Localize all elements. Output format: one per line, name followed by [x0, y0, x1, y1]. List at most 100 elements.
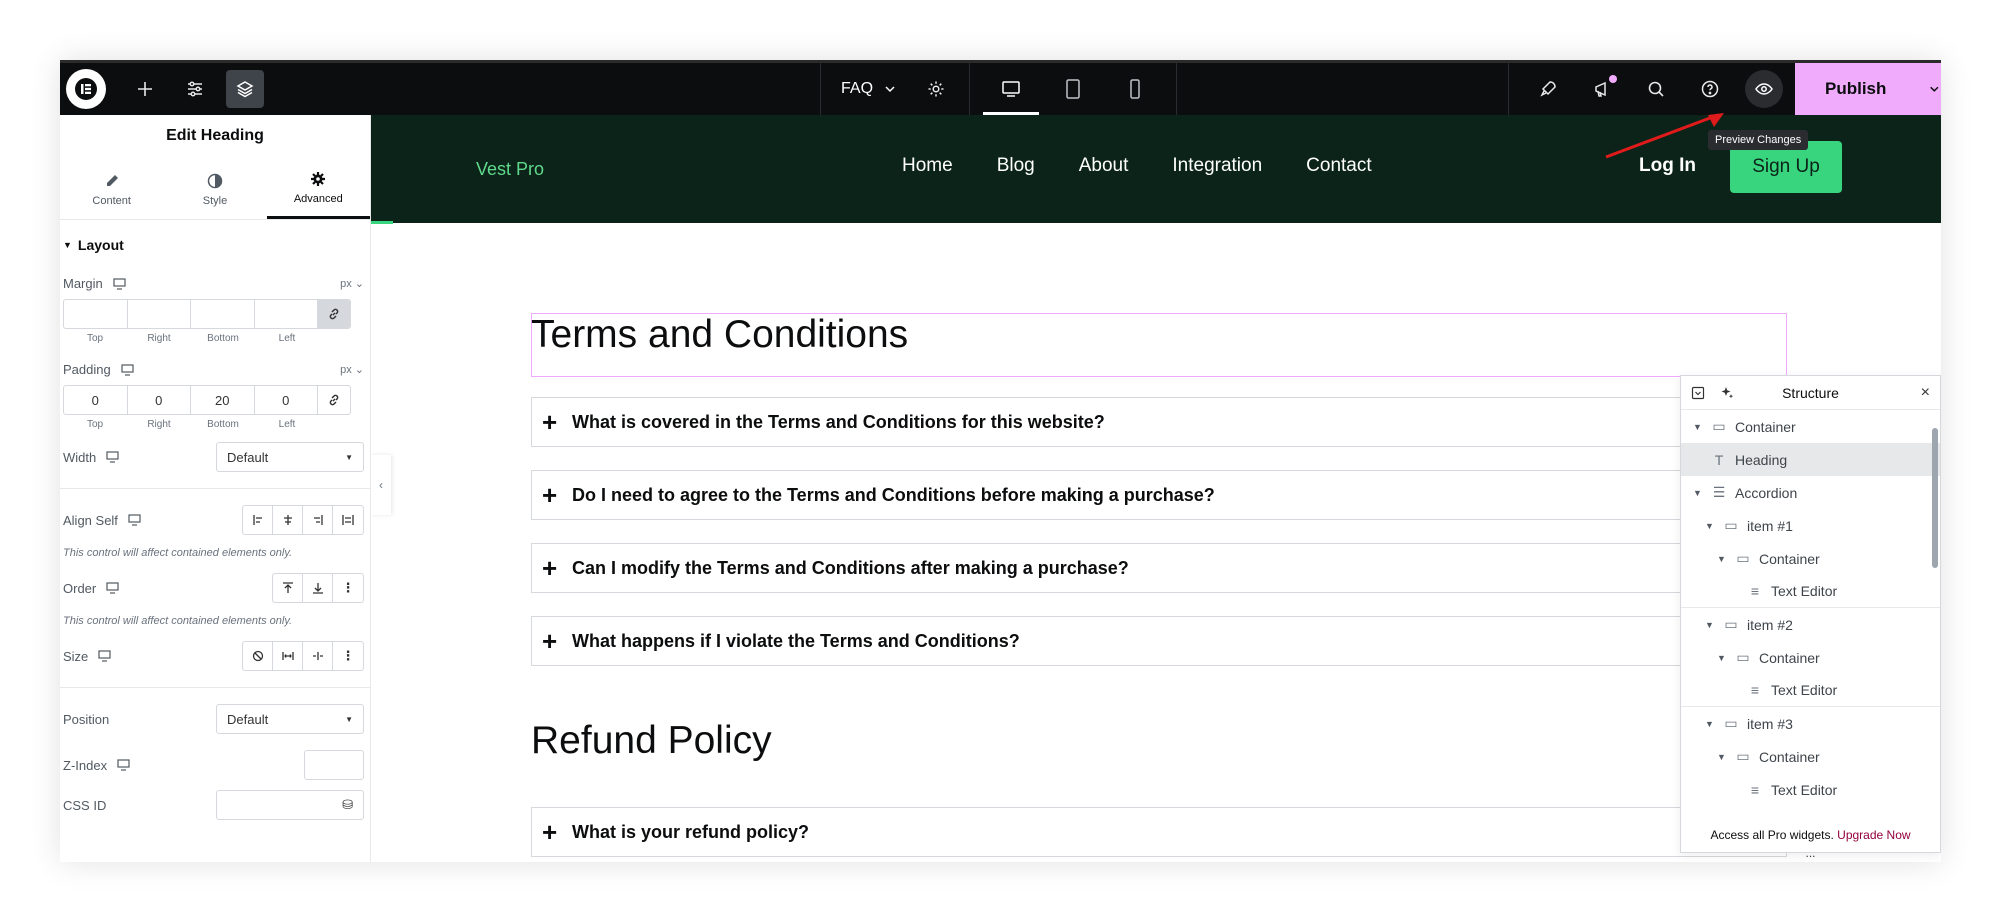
accordion-item[interactable]: + What is covered in the Terms and Condit…	[531, 397, 1787, 447]
structure-item[interactable]: ≡ Text Editor	[1681, 773, 1940, 806]
structure-scrollbar[interactable]	[1932, 428, 1938, 568]
accordion-icon: ☰	[1712, 484, 1726, 500]
add-icon[interactable]	[126, 70, 164, 108]
structure-item[interactable]: ▼ ▭ Container	[1681, 641, 1940, 674]
structure-item[interactable]: ≡ Text Editor	[1681, 575, 1940, 608]
margin-unit[interactable]: px ⌄	[340, 277, 364, 290]
structure-item[interactable]: ▼ ▭ Container	[1681, 542, 1940, 575]
site-brand[interactable]: Vest Pro	[476, 159, 544, 180]
nav-integration[interactable]: Integration	[1172, 155, 1262, 177]
page-selector[interactable]: FAQ	[821, 80, 917, 98]
caret-down-icon[interactable]: ▼	[1705, 521, 1715, 531]
collapse-all-icon[interactable]	[1691, 386, 1705, 400]
accordion-item[interactable]: + Can I modify the Terms and Conditions a…	[531, 543, 1787, 593]
nav-home[interactable]: Home	[902, 155, 953, 177]
cssid-input[interactable]: ⛁	[216, 790, 364, 820]
topbar-center-group: FAQ	[820, 63, 1178, 115]
desktop-icon[interactable]	[117, 759, 130, 771]
size-grow-icon[interactable]	[273, 642, 303, 670]
heading-terms[interactable]: Terms and Conditions	[531, 313, 908, 357]
order-end-icon[interactable]	[303, 574, 333, 602]
align-stretch-icon[interactable]	[333, 506, 363, 534]
more-handle[interactable]: ...	[1681, 846, 1940, 860]
margin-right-input[interactable]	[128, 300, 191, 328]
desktop-icon[interactable]	[121, 363, 134, 376]
nav-contact[interactable]: Contact	[1306, 155, 1371, 177]
margin-bottom-input[interactable]	[191, 300, 255, 328]
upgrade-now-link[interactable]: Upgrade Now	[1837, 828, 1910, 842]
more-icon[interactable]: ⋮	[333, 642, 363, 670]
structure-item[interactable]: ▼ ▭ Container	[1681, 740, 1940, 773]
rocket-icon[interactable]	[1529, 70, 1567, 108]
accordion-item[interactable]: + Do I need to agree to the Terms and Con…	[531, 470, 1787, 520]
heading-refund[interactable]: Refund Policy	[531, 719, 772, 763]
sublabel-right: Right	[147, 419, 171, 430]
structure-item[interactable]: ▼ ▭ Container	[1681, 410, 1940, 443]
caret-down-icon[interactable]: ▼	[1717, 653, 1727, 663]
nav-about[interactable]: About	[1079, 155, 1129, 177]
tab-style-label: Style	[202, 194, 228, 207]
accordion-item[interactable]: + What happens if I violate the Terms and…	[531, 616, 1787, 666]
desktop-icon[interactable]	[98, 650, 111, 662]
desktop-icon[interactable]	[113, 277, 126, 290]
layers-icon[interactable]	[226, 70, 264, 108]
padding-unit[interactable]: px ⌄	[340, 363, 364, 376]
sliders-icon[interactable]	[176, 70, 214, 108]
caret-down-icon[interactable]: ▼	[1705, 620, 1715, 630]
order-start-icon[interactable]	[273, 574, 303, 602]
chevron-down-icon[interactable]	[1928, 82, 1941, 96]
caret-down-icon[interactable]: ▼	[1717, 752, 1727, 762]
padding-top-input[interactable]: 0	[64, 386, 128, 414]
structure-item[interactable]: ▼ ☰ Accordion	[1681, 476, 1940, 509]
align-center-icon[interactable]	[273, 506, 303, 534]
width-select[interactable]: Default ▼	[216, 442, 364, 472]
settings-icon[interactable]	[917, 70, 955, 108]
desktop-icon[interactable]	[106, 451, 119, 463]
align-start-icon[interactable]	[243, 506, 273, 534]
collapse-panel-button[interactable]: ‹	[371, 455, 391, 515]
more-icon[interactable]: ⋮	[333, 574, 363, 602]
structure-item[interactable]: T Heading	[1681, 443, 1940, 476]
padding-bottom-input[interactable]: 20	[191, 386, 255, 414]
tablet-icon[interactable]	[1042, 63, 1104, 115]
margin-left-input[interactable]	[255, 300, 318, 328]
mobile-icon[interactable]	[1104, 63, 1166, 115]
structure-item[interactable]: ▼ ▭ item #2	[1681, 608, 1940, 641]
margin-top-input[interactable]	[64, 300, 128, 328]
tab-advanced[interactable]: Advanced	[266, 160, 370, 219]
eye-icon[interactable]	[1745, 70, 1783, 108]
elementor-logo-icon[interactable]	[66, 69, 106, 109]
tab-content[interactable]: Content	[60, 160, 163, 219]
structure-item[interactable]: ≡ Text Editor	[1681, 674, 1940, 707]
padding-left-input[interactable]: 0	[255, 386, 318, 414]
link-icon[interactable]	[318, 300, 350, 328]
desktop-icon[interactable]	[128, 514, 141, 526]
nav-blog[interactable]: Blog	[997, 155, 1035, 177]
layout-section-toggle[interactable]: ▼ Layout	[63, 224, 367, 266]
align-self-control: Align Self	[63, 505, 367, 535]
tab-content-label: Content	[92, 194, 131, 207]
size-none-icon[interactable]	[243, 642, 273, 670]
link-icon[interactable]	[318, 386, 350, 414]
desktop-icon[interactable]	[106, 582, 119, 594]
position-select[interactable]: Default ▼	[216, 704, 364, 734]
caret-down-icon[interactable]: ▼	[1705, 719, 1715, 729]
structure-item[interactable]: ▼ ▭ item #1	[1681, 509, 1940, 542]
contrast-icon	[207, 173, 223, 188]
ai-sparkle-icon[interactable]	[1719, 385, 1735, 401]
desktop-icon[interactable]	[980, 63, 1042, 115]
caret-down-icon[interactable]: ▼	[1717, 554, 1727, 564]
caret-down-icon[interactable]: ▼	[1693, 422, 1703, 432]
padding-right-input[interactable]: 0	[128, 386, 191, 414]
align-end-icon[interactable]	[303, 506, 333, 534]
size-shrink-icon[interactable]	[303, 642, 333, 670]
database-icon[interactable]: ⛁	[342, 797, 353, 813]
tab-advanced-label: Advanced	[293, 193, 343, 205]
close-icon[interactable]: ×	[1921, 384, 1930, 402]
zindex-input[interactable]	[304, 750, 364, 780]
caret-down-icon[interactable]: ▼	[1693, 488, 1703, 498]
structure-item[interactable]: ▼ ▭ item #3	[1681, 707, 1940, 740]
accordion-item[interactable]: + What is your refund policy?	[531, 807, 1787, 857]
tab-style[interactable]: Style	[163, 160, 266, 219]
publish-button[interactable]: Publish	[1795, 63, 1941, 115]
